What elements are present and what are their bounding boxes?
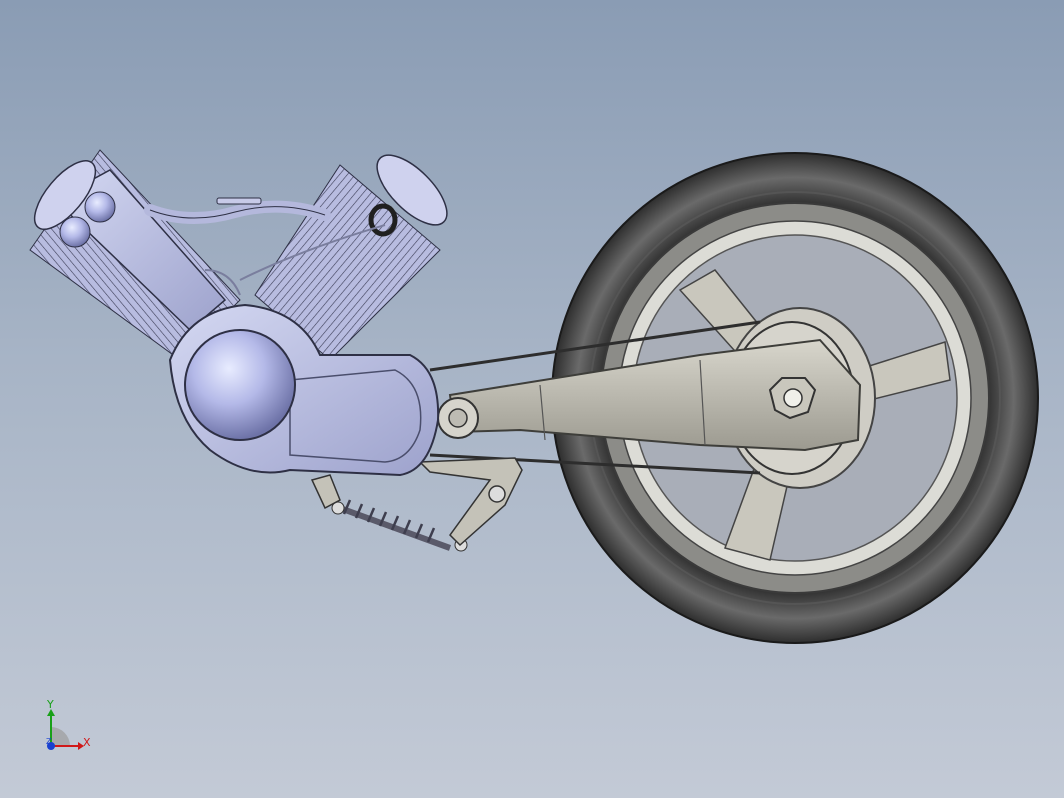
front-spark-plug <box>84 191 116 223</box>
swingarm-pivot-bolt <box>448 408 468 428</box>
axle-bolt <box>783 388 803 408</box>
coordinate-triad <box>47 709 84 750</box>
rear-shock[interactable] <box>331 499 468 552</box>
v-twin-engine[interactable] <box>24 144 458 477</box>
carburetor-mount[interactable] <box>216 197 262 205</box>
graphics-viewport[interactable]: X Y Z <box>0 0 1064 798</box>
triad-z-label: Z <box>46 737 52 746</box>
primary-cover-dome[interactable] <box>184 329 296 441</box>
triad-x-label: X <box>83 736 91 749</box>
triad-quarter-disc <box>51 727 70 746</box>
triad-y-label: Y <box>47 698 54 711</box>
front-spark-plug-2 <box>59 216 91 248</box>
